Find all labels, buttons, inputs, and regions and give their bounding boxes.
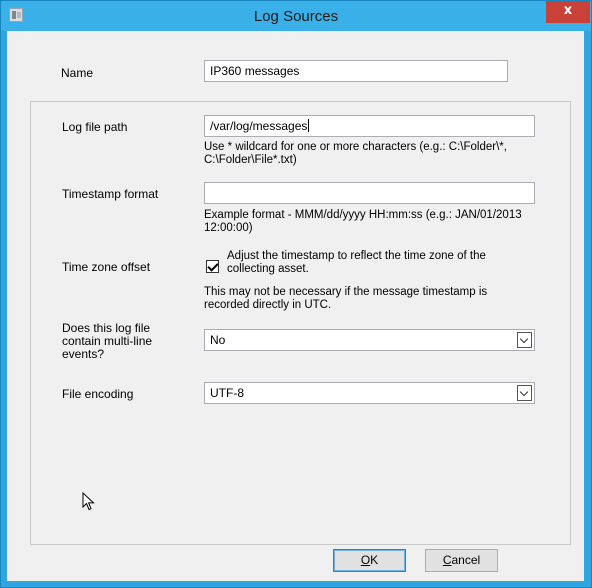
multiline-label: Does this log file contain multi-line ev… xyxy=(62,322,152,361)
chevron-down-icon[interactable] xyxy=(517,385,532,401)
log-file-path-hint-line1: Use * wildcard for one or more character… xyxy=(204,141,507,153)
name-input[interactable]: IP360 messages xyxy=(204,60,508,82)
utc-note-line2: recorded directly in UTC. xyxy=(204,299,332,311)
adjust-timestamp-label-line1: Adjust the timestamp to reflect the time… xyxy=(227,250,486,262)
adjust-timestamp-checkbox[interactable] xyxy=(206,260,219,273)
multiline-label-line3: events? xyxy=(62,347,105,361)
close-button[interactable]: x xyxy=(546,1,590,23)
log-file-path-label: Log file path xyxy=(62,120,128,134)
file-encoding-select[interactable]: UTF-8 xyxy=(204,382,535,404)
time-zone-offset-label: Time zone offset xyxy=(62,260,151,274)
adjust-timestamp-label-line2: collecting asset. xyxy=(227,263,309,275)
title-bar[interactable]: Log Sources x xyxy=(1,1,591,31)
timestamp-format-label: Timestamp format xyxy=(62,187,159,201)
ok-button[interactable]: OK xyxy=(333,549,406,572)
log-file-path-hint-line2: C:\Folder\File*.txt) xyxy=(204,154,297,166)
utc-note-line1: This may not be necessary if the message… xyxy=(204,286,488,298)
timestamp-format-hint-line1: Example format - MMM/dd/yyyy HH:mm:ss (e… xyxy=(204,209,522,221)
timestamp-format-hint-line2: 12:00:00) xyxy=(204,222,253,234)
log-sources-dialog: Log Sources x Name IP360 messages Log fi… xyxy=(0,0,592,588)
text-caret xyxy=(308,119,310,132)
multiline-select[interactable]: No xyxy=(204,329,535,351)
multiline-selected-value: No xyxy=(210,333,226,347)
dialog-client-area: Name IP360 messages Log file path /var/l… xyxy=(7,31,584,581)
window-title: Log Sources xyxy=(253,8,339,25)
chevron-down-icon[interactable] xyxy=(517,332,532,348)
file-encoding-label: File encoding xyxy=(62,387,134,401)
timestamp-format-input[interactable] xyxy=(204,182,535,204)
file-encoding-selected-value: UTF-8 xyxy=(210,386,244,400)
mouse-pointer-icon xyxy=(82,492,95,511)
cancel-button[interactable]: Cancel xyxy=(425,549,498,572)
name-label: Name xyxy=(61,66,94,80)
ok-label-rest: K xyxy=(370,553,379,567)
ok-mnemonic: O xyxy=(360,553,371,567)
log-file-path-value: /var/log/messages xyxy=(210,119,308,133)
log-file-path-input[interactable]: /var/log/messages xyxy=(204,115,535,137)
cancel-label-rest: ancel xyxy=(451,553,481,567)
